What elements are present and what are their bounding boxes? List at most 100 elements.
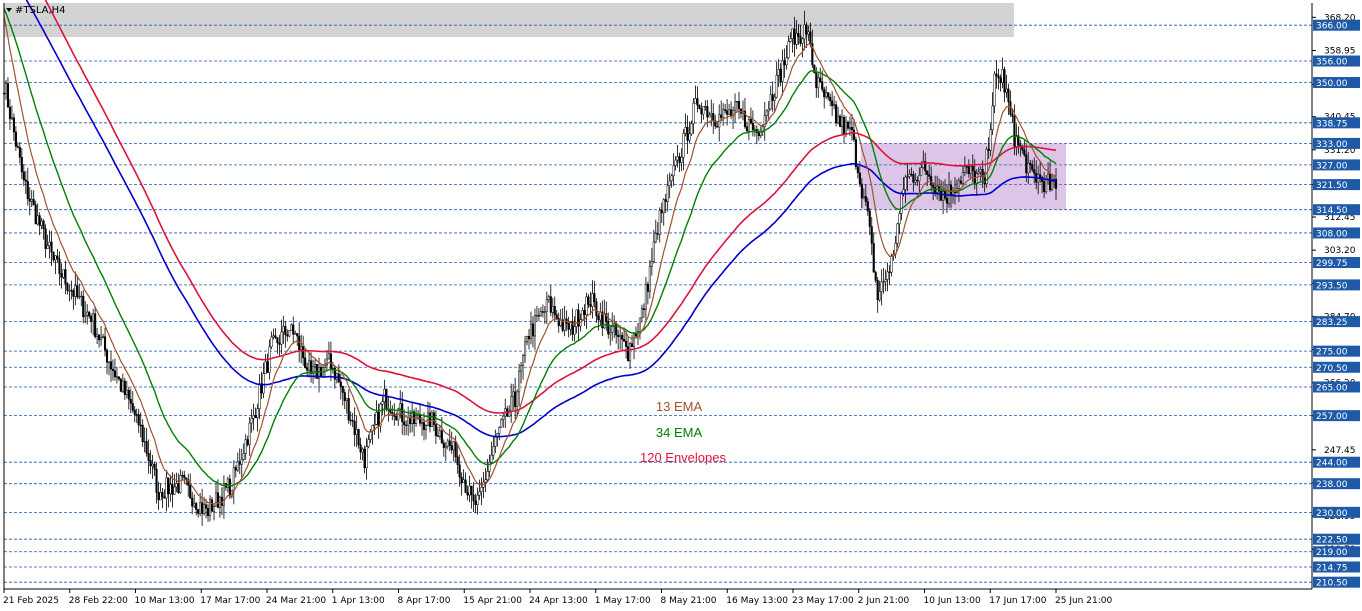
candle-body	[395, 416, 398, 421]
candle-body	[817, 77, 820, 89]
candle-body	[676, 156, 679, 161]
candle-body	[654, 233, 657, 243]
candle-body	[256, 408, 259, 419]
candle-body	[151, 463, 154, 467]
level-label: 308.00	[1316, 229, 1348, 239]
candle-body	[373, 424, 376, 426]
candle-body	[466, 492, 469, 496]
candle-body	[870, 226, 873, 244]
candle-body	[240, 458, 243, 465]
candle-body	[502, 415, 505, 420]
candle-body	[98, 334, 101, 341]
candle-body	[737, 100, 741, 110]
candle-body	[866, 201, 869, 212]
candle-body	[38, 215, 41, 226]
candle-body	[353, 420, 356, 435]
candle-body	[886, 271, 889, 280]
candle-body	[141, 424, 144, 443]
candle-body	[625, 340, 628, 347]
level-label: 222.50	[1316, 536, 1348, 546]
candle-body	[728, 109, 731, 115]
candle-body	[470, 485, 473, 496]
candle-body	[516, 391, 519, 408]
candle-body	[967, 166, 970, 174]
candle-body	[555, 314, 558, 319]
candle-body	[92, 313, 95, 322]
candle-body	[658, 210, 661, 235]
symbol-header[interactable]: #TSLA,H4	[6, 5, 66, 16]
candle-body	[34, 204, 37, 225]
candle-body	[1039, 174, 1042, 178]
candle-body	[133, 409, 136, 415]
candle-body	[236, 461, 239, 471]
level-label: 214.75	[1316, 563, 1348, 573]
candle-body	[783, 60, 786, 66]
candle-body	[1023, 149, 1026, 155]
candle-body	[272, 335, 275, 338]
candle-body	[807, 31, 810, 35]
candle-body	[313, 364, 317, 368]
candle-body	[583, 310, 586, 316]
candle-body	[484, 479, 487, 483]
candle-body	[119, 378, 122, 392]
candle-body	[957, 180, 960, 189]
candle-body	[997, 75, 1000, 79]
candle-body	[254, 415, 257, 419]
x-tick-label: 17 Jun 17:00	[989, 596, 1046, 606]
x-tick-label: 10 Jun 13:00	[924, 596, 981, 606]
candle-body	[420, 422, 424, 424]
candle-body	[444, 445, 447, 448]
candle-body	[525, 336, 529, 343]
candle-body	[359, 444, 362, 453]
candle-body	[969, 166, 972, 174]
candle-body	[68, 290, 71, 292]
candle-body	[345, 398, 348, 401]
candle-body	[100, 337, 103, 341]
candle-body	[300, 346, 303, 350]
candle-body	[341, 385, 344, 393]
candle-body	[518, 370, 521, 393]
candle-body	[1005, 88, 1008, 93]
candle-body	[777, 68, 780, 76]
candle-body	[839, 115, 842, 127]
candle-body	[648, 266, 651, 292]
candle-body	[730, 109, 733, 116]
candle-body	[1013, 116, 1016, 147]
candle-body	[205, 504, 208, 509]
candle-body	[54, 255, 57, 261]
candle-body	[547, 296, 550, 300]
candle-body	[523, 341, 527, 357]
level-label: 283.25	[1316, 318, 1348, 328]
candle-body	[446, 440, 449, 447]
candle-body	[916, 179, 919, 182]
candle-body	[520, 365, 523, 372]
candle-body	[587, 296, 590, 305]
candle-body	[282, 326, 285, 333]
candle-body	[949, 184, 953, 195]
candle-body	[1029, 162, 1032, 165]
level-label: 265.00	[1316, 383, 1348, 393]
candle-body	[36, 215, 39, 225]
candle-body	[74, 285, 77, 297]
candle-body	[684, 126, 687, 134]
candle-body	[644, 283, 647, 310]
x-tick-label: 21 Feb 2025	[3, 596, 59, 606]
candle-body	[908, 173, 911, 177]
candle-body	[458, 464, 461, 478]
candle-body	[767, 108, 770, 112]
candle-body	[179, 474, 182, 493]
level-label: 299.75	[1316, 259, 1348, 269]
candle-body	[135, 414, 138, 416]
candle-body	[567, 323, 570, 330]
candle-body	[864, 196, 867, 202]
candle-body	[72, 290, 75, 297]
candle-body	[14, 131, 17, 147]
candle-body	[498, 426, 501, 434]
candle-body	[212, 505, 216, 512]
candle-body	[660, 210, 663, 214]
candle-body	[904, 176, 907, 190]
price-chart[interactable]: 368.20358.95349.45340.45331.20321.50312.…	[0, 0, 1362, 611]
candle-body	[10, 117, 13, 120]
candle-body	[593, 293, 596, 302]
candle-body	[611, 326, 614, 333]
